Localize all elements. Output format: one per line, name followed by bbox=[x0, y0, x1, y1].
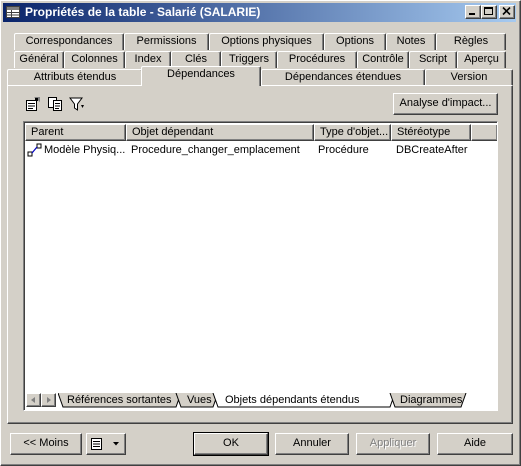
less-button[interactable]: << Moins bbox=[10, 433, 82, 455]
tab-dependances-etendues[interactable]: Dépendances étendues bbox=[261, 69, 425, 86]
cell-stereotype: DBCreateAfter bbox=[396, 144, 468, 156]
arrow-right-icon bbox=[47, 397, 51, 403]
table-icon bbox=[6, 5, 20, 19]
scroll-right-button[interactable] bbox=[41, 393, 56, 407]
subtab-bar: Références sortantes Vues Objets dépenda… bbox=[26, 393, 495, 408]
scroll-left-button[interactable] bbox=[26, 393, 41, 407]
subtab-objets-dependants-etendus[interactable]: Objets dépendants étendus bbox=[225, 393, 360, 408]
tab-script[interactable]: Script bbox=[409, 51, 457, 68]
column-header-stereotype[interactable]: Stéréotype bbox=[391, 124, 471, 141]
tab-notes[interactable]: Notes bbox=[386, 33, 436, 50]
tab-options[interactable]: Options bbox=[324, 33, 386, 50]
close-button[interactable] bbox=[499, 5, 515, 19]
list-menu-icon bbox=[91, 438, 119, 450]
help-button[interactable]: Aide bbox=[437, 433, 513, 455]
tab-attributs-etendus[interactable]: Attributs étendus bbox=[7, 69, 143, 86]
cancel-button[interactable]: Annuler bbox=[275, 433, 349, 455]
cell-parent: Modèle Physiq... bbox=[44, 144, 126, 156]
title-bar[interactable]: Propriétés de la table - Salarié (SALARI… bbox=[3, 3, 516, 22]
filter-icon[interactable] bbox=[68, 95, 86, 113]
column-header-objet-dependant[interactable]: Objet dépendant bbox=[126, 124, 314, 141]
cell-type-objet: Procédure bbox=[318, 144, 369, 156]
minimize-button[interactable] bbox=[465, 5, 481, 19]
menu-dropdown-button[interactable] bbox=[86, 433, 126, 455]
ok-button[interactable]: OK bbox=[193, 432, 269, 456]
tab-colonnes[interactable]: Colonnes bbox=[64, 51, 125, 68]
close-icon bbox=[502, 7, 511, 16]
tab-regles[interactable]: Règles bbox=[436, 33, 506, 50]
column-header-filler bbox=[471, 124, 497, 141]
tab-apercu[interactable]: Aperçu bbox=[457, 51, 506, 68]
model-link-icon bbox=[27, 142, 43, 158]
apply-button[interactable]: Appliquer bbox=[356, 433, 430, 455]
tab-version[interactable]: Version bbox=[425, 69, 513, 86]
arrow-left-icon bbox=[31, 397, 35, 403]
tab-options-physiques[interactable]: Options physiques bbox=[209, 33, 324, 50]
subtab-diagrammes[interactable]: Diagrammes bbox=[400, 393, 462, 408]
tab-controle[interactable]: Contrôle bbox=[357, 51, 409, 68]
tab-procedures[interactable]: Procédures bbox=[277, 51, 357, 68]
column-header-parent[interactable]: Parent bbox=[25, 124, 126, 141]
tab-permissions[interactable]: Permissions bbox=[124, 33, 209, 50]
maximize-icon bbox=[484, 7, 493, 15]
window-title: Propriétés de la table - Salarié (SALARI… bbox=[25, 5, 261, 19]
tab-dependances[interactable]: Dépendances bbox=[141, 66, 261, 86]
tab-general[interactable]: Général bbox=[14, 51, 64, 68]
dependencies-list[interactable]: Parent Objet dépendant Type d'objet... S… bbox=[23, 121, 498, 411]
copy-icon[interactable] bbox=[46, 95, 64, 113]
cell-objet-dependant: Procedure_changer_emplacement bbox=[131, 144, 300, 156]
tab-correspondances[interactable]: Correspondances bbox=[14, 33, 124, 50]
subtab-references-sortantes[interactable]: Références sortantes bbox=[67, 393, 172, 408]
column-header-type-objet[interactable]: Type d'objet... bbox=[314, 124, 391, 141]
properties-icon[interactable] bbox=[24, 95, 42, 113]
minimize-icon bbox=[469, 13, 475, 15]
subtab-vues[interactable]: Vues bbox=[187, 393, 212, 408]
maximize-button[interactable] bbox=[481, 5, 497, 19]
impact-analysis-button[interactable]: Analyse d'impact... bbox=[393, 93, 498, 115]
